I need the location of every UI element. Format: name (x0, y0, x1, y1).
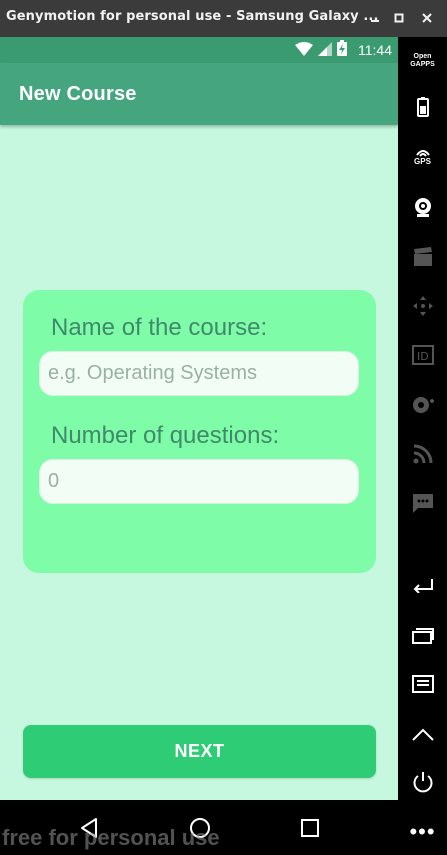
dpad-icon[interactable] (398, 293, 447, 319)
svg-text:ID: ID (417, 350, 429, 363)
more-label: ••• (409, 819, 436, 844)
personal-use-watermark: free for personal use (2, 825, 220, 850)
window-titlebar: Genymotion for personal use - Samsung Ga… (0, 0, 447, 37)
webcam-icon[interactable] (398, 194, 447, 220)
question-count-label: Number of questions: (51, 422, 280, 449)
status-clock: 11:44 (358, 42, 392, 58)
gps-icon[interactable]: GPS (398, 143, 447, 169)
app-bar: New Course (0, 63, 398, 125)
genymotion-toolbar: Open GAPPS GPS ID ••• (398, 37, 447, 855)
battery-charging-icon (337, 40, 347, 60)
question-count-field-wrapper (39, 459, 359, 504)
power-icon[interactable] (398, 768, 447, 796)
question-count-input[interactable] (40, 460, 358, 503)
phone-screen: 11:44 New Course Name of the course: Num… (0, 37, 398, 800)
window-title: Genymotion for personal use - Samsung Ga… (6, 9, 379, 24)
close-icon[interactable] (416, 8, 438, 28)
sidebar-recents-icon[interactable] (398, 622, 447, 648)
recents-icon[interactable] (296, 814, 324, 842)
signal-icon (318, 41, 332, 60)
opengapps-label-line1: Open (413, 53, 432, 60)
course-form-card: Name of the course: Number of questions: (23, 290, 376, 573)
battery-icon[interactable] (398, 95, 447, 119)
cast-icon[interactable] (398, 441, 447, 467)
page-title: New Course (19, 83, 137, 105)
next-button[interactable]: NEXT (23, 725, 376, 778)
sms-icon[interactable] (398, 490, 447, 516)
more-icon[interactable]: ••• (398, 819, 447, 844)
maximize-icon[interactable] (388, 8, 410, 28)
sidebar-menu-icon[interactable] (398, 671, 447, 697)
course-name-field-wrapper (39, 351, 359, 396)
sidebar-home-icon[interactable] (398, 721, 447, 747)
course-name-input[interactable] (40, 352, 358, 395)
capture-icon[interactable] (398, 244, 447, 270)
minimize-icon[interactable] (364, 8, 386, 28)
opengapps-label-line2: GAPPS (410, 61, 435, 68)
gps-label: GPS (414, 156, 431, 166)
id-icon[interactable]: ID (398, 342, 447, 368)
opengapps-icon[interactable]: Open GAPPS (398, 51, 447, 71)
status-bar: 11:44 (0, 37, 398, 63)
course-name-label: Name of the course: (51, 314, 268, 341)
wifi-icon (295, 41, 313, 60)
disk-icon[interactable] (398, 392, 447, 418)
sidebar-back-icon[interactable] (398, 572, 447, 598)
